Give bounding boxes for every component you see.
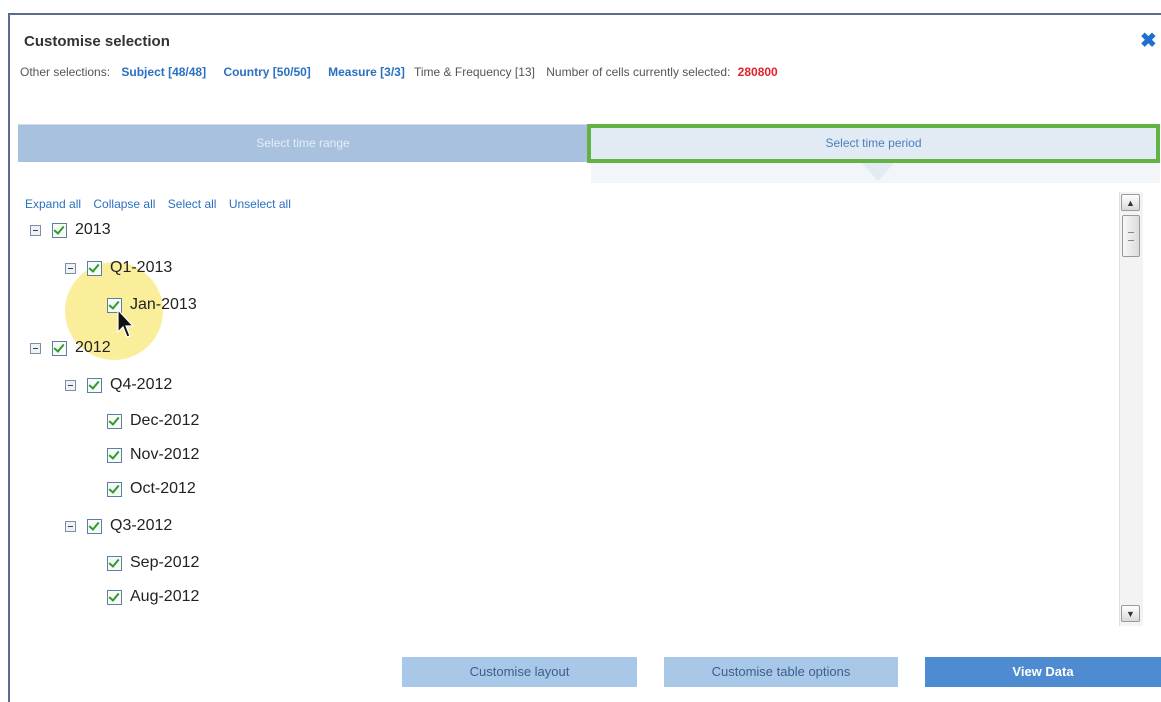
vertical-scrollbar[interactable] xyxy=(1119,192,1143,626)
tree-node-q3-2012: Q3-2012 xyxy=(65,517,172,535)
cells-count-label: Number of cells currently selected: xyxy=(546,65,731,79)
view-data-button[interactable]: View Data xyxy=(925,657,1161,687)
collapse-icon[interactable] xyxy=(30,224,41,236)
checkbox-icon[interactable] xyxy=(107,555,122,571)
tree-node-label: Dec-2012 xyxy=(130,412,200,429)
unselect-all-link[interactable]: Unselect all xyxy=(229,197,291,211)
active-tab-pointer xyxy=(862,163,894,181)
scrollbar-thumb[interactable] xyxy=(1122,215,1140,257)
subject-link[interactable]: Subject [48/48] xyxy=(121,65,206,79)
tree-node-label: Aug-2012 xyxy=(130,588,200,605)
checkbox-icon[interactable] xyxy=(87,377,102,393)
tree-node-aug-2012: Aug-2012 xyxy=(107,588,199,606)
checkbox-icon[interactable] xyxy=(87,518,102,534)
tree-node-2012: 2012 xyxy=(30,339,111,357)
checkbox-icon[interactable] xyxy=(87,260,102,276)
tree-node-nov-2012: Nov-2012 xyxy=(107,446,199,464)
collapse-icon[interactable] xyxy=(65,262,76,274)
tree-node-dec-2012: Dec-2012 xyxy=(107,412,199,430)
collapse-icon[interactable] xyxy=(30,342,41,354)
other-selections-bar: Other selections: Subject [48/48] Countr… xyxy=(20,65,778,79)
dialog-title: Customise selection xyxy=(24,33,170,50)
partially-visible-row xyxy=(107,622,207,626)
mouse-cursor-icon xyxy=(117,309,135,338)
tree-node-q1-2013: Q1-2013 xyxy=(65,259,172,277)
tree-node-label: 2012 xyxy=(75,339,111,356)
country-link[interactable]: Country [50/50] xyxy=(223,65,310,79)
customise-table-options-button[interactable]: Customise table options xyxy=(664,657,898,687)
other-selections-label: Other selections: xyxy=(20,65,111,79)
checkbox-icon[interactable] xyxy=(107,481,122,497)
checkbox-icon[interactable] xyxy=(107,589,122,605)
tree-node-oct-2012: Oct-2012 xyxy=(107,480,196,498)
measure-link[interactable]: Measure [3/3] xyxy=(328,65,405,79)
scroll-down-icon[interactable]: ▼ xyxy=(1121,605,1140,622)
checkbox-icon[interactable] xyxy=(52,222,67,238)
tree-node-label: Jan-2013 xyxy=(130,296,197,313)
customise-layout-button[interactable]: Customise layout xyxy=(402,657,637,687)
tree-node-label: Q3-2012 xyxy=(110,517,173,534)
tree-node-label: Q1-2013 xyxy=(110,259,173,276)
checkbox-icon[interactable] xyxy=(107,447,122,463)
tree-node-label: Q4-2012 xyxy=(110,376,173,393)
checkbox-icon[interactable] xyxy=(107,413,122,429)
close-icon[interactable]: ✖ xyxy=(1140,28,1157,53)
cells-count-value: 280800 xyxy=(737,65,778,79)
tab-select-time-range[interactable]: Select time range xyxy=(18,124,588,162)
tree-node-q4-2012: Q4-2012 xyxy=(65,376,172,394)
checkbox-icon[interactable] xyxy=(52,340,67,356)
collapse-icon[interactable] xyxy=(65,379,76,391)
tree-node-label: Sep-2012 xyxy=(130,554,200,571)
time-frequency-label: Time & Frequency [13] xyxy=(413,65,535,79)
select-all-link[interactable]: Select all xyxy=(168,197,217,211)
tree-actions: Expand all Collapse all Select all Unsel… xyxy=(25,197,300,211)
tree-node-sep-2012: Sep-2012 xyxy=(107,554,199,572)
tree-node-label: Nov-2012 xyxy=(130,446,200,463)
expand-all-link[interactable]: Expand all xyxy=(25,197,81,211)
collapse-icon[interactable] xyxy=(65,520,76,532)
scroll-up-icon[interactable]: ▲ xyxy=(1121,194,1140,211)
collapse-all-link[interactable]: Collapse all xyxy=(93,197,155,211)
tab-select-time-period[interactable]: Select time period xyxy=(587,124,1160,163)
tree-node-label: 2013 xyxy=(75,221,111,238)
tree-node-label: Oct-2012 xyxy=(130,480,196,497)
tree-node-2013: 2013 xyxy=(30,221,111,239)
